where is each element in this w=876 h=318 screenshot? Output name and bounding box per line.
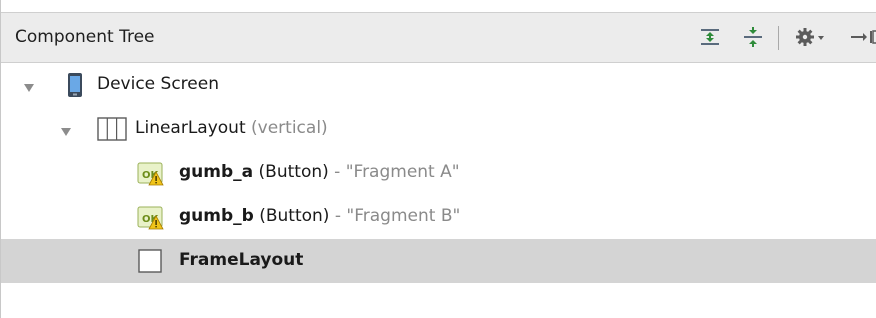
tree-row-linear-layout[interactable]: LinearLayout (vertical) [1, 107, 876, 151]
tree-label-gumb-b-id: gumb_b [179, 206, 254, 226]
expand-arrow-icon[interactable] [23, 79, 35, 92]
tree-label-gumb-b-type: (Button) [259, 206, 330, 226]
tree-row-device-screen[interactable]: Device Screen [1, 63, 876, 107]
expand-arrow-icon[interactable] [60, 123, 72, 136]
tree-row-gumb-a[interactable]: OK gumb_a (Button) - "Fragment A" [1, 151, 876, 195]
tree-row-frame-layout[interactable]: FrameLayout [1, 239, 876, 283]
gear-icon[interactable] [793, 23, 827, 51]
expand-all-icon[interactable] [696, 23, 724, 51]
tree-label-gumb-b-group: gumb_b (Button) - "Fragment B" [179, 206, 460, 226]
ok-button-warning-icon: OK [137, 160, 165, 186]
tree-label-gumb-a-group: gumb_a (Button) - "Fragment A" [179, 162, 460, 182]
tree-label-orientation: (vertical) [251, 118, 328, 138]
frame-layout-icon [137, 248, 165, 274]
tree-label-gumb-a-type: (Button) [258, 162, 329, 182]
tree-label-linear-layout: LinearLayout [135, 118, 246, 138]
tree-label-device-screen: Device Screen [97, 74, 219, 94]
component-tree-panel: Component Tree Device Screen LinearLayou… [0, 0, 876, 318]
hide-panel-icon[interactable] [849, 23, 876, 51]
tree-label-linear-layout-group: LinearLayout (vertical) [135, 118, 328, 138]
tree-row-gumb-b[interactable]: OK gumb_b (Button) - "Fragment B" [1, 195, 876, 239]
panel-header: Component Tree [1, 12, 876, 63]
tree-label-gumb-a-text: - "Fragment A" [334, 162, 460, 182]
device-icon [63, 72, 87, 98]
linear-layout-icon [97, 116, 127, 142]
tree-label-gumb-a-id: gumb_a [179, 162, 254, 182]
tree-label-frame-layout: FrameLayout [179, 250, 304, 270]
toolbar-separator [778, 26, 779, 50]
collapse-all-icon[interactable] [739, 23, 767, 51]
panel-title: Component Tree [15, 27, 155, 47]
tree-label-gumb-b-text: - "Fragment B" [334, 206, 461, 226]
ok-button-warning-icon: OK [137, 204, 165, 230]
